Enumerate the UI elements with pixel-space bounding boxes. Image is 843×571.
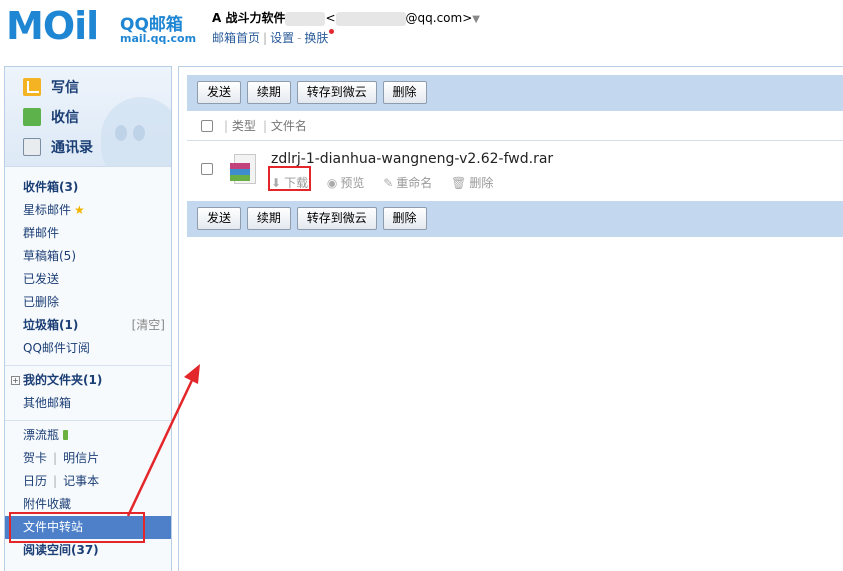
logo-wordmark: MOil bbox=[6, 4, 99, 48]
top-toolbar: 发送 续期 转存到微云 删除 bbox=[187, 75, 843, 111]
nav-other-mailboxes[interactable]: 其他邮箱 bbox=[5, 392, 171, 415]
receive-label: 收信 bbox=[51, 110, 79, 126]
download-highlight-box bbox=[268, 166, 311, 191]
qq-mail-logo[interactable]: MOil QQ邮箱 mail.qq.com bbox=[6, 4, 196, 48]
pencil-icon: ✎ bbox=[383, 176, 394, 190]
file-name[interactable]: zdlrj-1-dianhua-wangneng-v2.62-fwd.rar bbox=[271, 151, 553, 167]
rename-action[interactable]: ✎ 重命名 bbox=[383, 174, 432, 191]
nav-spam-label: 垃圾箱(1) bbox=[23, 318, 79, 332]
delete-button-bottom[interactable]: 删除 bbox=[382, 207, 427, 230]
compose-label: 写信 bbox=[51, 80, 79, 96]
mailbox-home-link[interactable]: 邮箱首页 bbox=[212, 31, 260, 45]
renew-button-bottom[interactable]: 续期 bbox=[246, 207, 291, 230]
settings-link[interactable]: 设置 bbox=[270, 31, 294, 45]
caret-down-icon[interactable]: ▼ bbox=[472, 14, 480, 25]
receive-button[interactable]: 收信 bbox=[23, 106, 79, 128]
save-to-weiyun-button[interactable]: 转存到微云 bbox=[296, 81, 377, 104]
account-line[interactable]: A 战斗力软件 < @qq.com>▼ bbox=[212, 9, 480, 26]
change-skin-link[interactable]: 换肤 bbox=[304, 31, 328, 45]
clear-spam-link[interactable]: [清空] bbox=[132, 314, 165, 337]
nav-inbox[interactable]: 收件箱(3) bbox=[5, 176, 171, 199]
save-to-weiyun-button-bottom[interactable]: 转存到微云 bbox=[296, 207, 377, 230]
nav-starred[interactable]: 星标邮件 ★ bbox=[5, 199, 171, 222]
nav-calendar[interactable]: 日历 bbox=[23, 474, 47, 488]
contacts-label: 通讯录 bbox=[51, 140, 93, 156]
column-filename: | 文件名 bbox=[263, 119, 307, 133]
receive-icon bbox=[23, 108, 41, 126]
redacted-email bbox=[335, 11, 406, 26]
select-all-checkbox[interactable] bbox=[201, 120, 213, 132]
nav-my-folders-label: 我的文件夹(1) bbox=[23, 373, 103, 387]
folder-nav: 收件箱(3) 星标邮件 ★ 群邮件 草稿箱(5) 已发送 已删除 垃圾箱(1) [清… bbox=[5, 167, 171, 562]
send-button-bottom[interactable]: 发送 bbox=[197, 207, 242, 230]
delete-action[interactable]: 🗑 删除 bbox=[451, 174, 493, 191]
nav-starred-label: 星标邮件 bbox=[23, 203, 72, 217]
bottom-toolbar: 发送 续期 转存到微云 删除 bbox=[187, 201, 843, 237]
nav-subscriptions[interactable]: QQ邮件订阅 bbox=[5, 337, 171, 360]
preview-action[interactable]: ◉ 预览 bbox=[327, 174, 365, 191]
column-type: | 类型 bbox=[224, 119, 256, 133]
delete-button[interactable]: 删除 bbox=[382, 81, 427, 104]
star-icon: ★ bbox=[74, 203, 85, 217]
notification-dot bbox=[329, 29, 335, 34]
send-button[interactable]: 发送 bbox=[197, 81, 242, 104]
trash-icon: 🗑 bbox=[451, 176, 467, 190]
file-checkbox[interactable] bbox=[201, 163, 213, 175]
account-name: A 战斗力软件 bbox=[212, 11, 286, 25]
renew-button[interactable]: 续期 bbox=[246, 81, 291, 104]
account-email-suffix: @qq.com> bbox=[405, 11, 473, 25]
nav-sent[interactable]: 已发送 bbox=[5, 268, 171, 291]
logo-url: mail.qq.com bbox=[120, 32, 197, 45]
nav-drafts[interactable]: 草稿箱(5) bbox=[5, 245, 171, 268]
rar-file-icon bbox=[230, 154, 256, 188]
nav-my-folders[interactable]: + 我的文件夹(1) bbox=[5, 369, 171, 392]
nav-group-mail[interactable]: 群邮件 bbox=[5, 222, 171, 245]
compose-icon bbox=[23, 78, 41, 96]
nav-calendar-row: 日历 | 记事本 bbox=[23, 474, 100, 488]
compose-button[interactable]: 写信 bbox=[23, 76, 79, 98]
nav-notebook[interactable]: 记事本 bbox=[63, 474, 99, 488]
contacts-icon bbox=[23, 138, 41, 156]
contacts-button[interactable]: 通讯录 bbox=[23, 136, 93, 158]
quick-actions: 写信 收信 通讯录 bbox=[5, 67, 171, 167]
nav-drift-bottle-label: 漂流瓶 bbox=[23, 428, 60, 442]
nav-postcard[interactable]: 明信片 bbox=[63, 451, 99, 465]
file-transfer-panel: 发送 续期 转存到微云 删除 | 类型 | 文件名 zdlrj-1-dianhu… bbox=[178, 66, 843, 571]
list-header: | 类型 | 文件名 bbox=[187, 111, 843, 141]
expand-icon[interactable]: + bbox=[11, 376, 20, 385]
nav-spam[interactable]: 垃圾箱(1) [清空] bbox=[5, 314, 171, 337]
redacted-name bbox=[285, 11, 326, 26]
bottle-icon bbox=[63, 430, 69, 440]
left-sidebar: 写信 收信 通讯录 收件箱(3) 星标邮件 ★ 群邮件 草稿箱(5) 已发送 已删… bbox=[4, 66, 172, 571]
penguin-watermark bbox=[101, 97, 171, 166]
nav-deleted[interactable]: 已删除 bbox=[5, 291, 171, 314]
nav-cards-row: 贺卡 | 明信片 bbox=[23, 451, 100, 465]
file-transfer-highlight-box bbox=[9, 512, 145, 543]
nav-greeting-card[interactable]: 贺卡 bbox=[23, 451, 47, 465]
eye-icon: ◉ bbox=[326, 176, 338, 190]
top-links: 邮箱首页 | 设置 - 换肤 bbox=[212, 29, 335, 46]
nav-drift-bottle[interactable]: 漂流瓶 bbox=[5, 424, 171, 447]
